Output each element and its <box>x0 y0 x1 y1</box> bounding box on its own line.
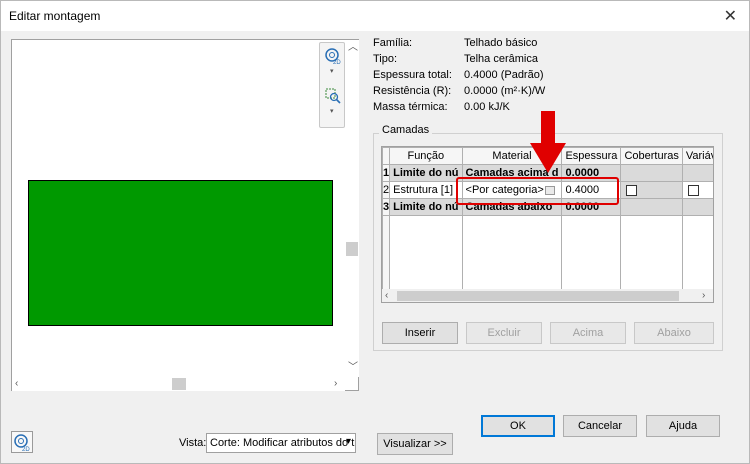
assembly-section-preview <box>28 180 333 326</box>
window-title: Editar montagem <box>9 9 101 23</box>
corner-header <box>382 147 391 165</box>
column-header-espessura[interactable]: Espessura <box>561 147 622 165</box>
cancel-button[interactable]: Cancelar <box>563 415 637 437</box>
cell-funcao[interactable]: Limite do nú <box>389 164 463 182</box>
highlight-box <box>456 177 619 205</box>
chevron-down-icon: ▾ <box>345 436 351 447</box>
vista-label: Vista: <box>179 437 207 449</box>
horizontal-scroll-thumb[interactable] <box>172 378 186 390</box>
edit-assembly-dialog: Editar montagem ✕ 2D ▾ ▾ ︿ ﹀ ‹ › Família… <box>0 0 750 464</box>
grid-scroll-thumb[interactable] <box>397 291 679 301</box>
help-button[interactable]: Ajuda <box>646 415 720 437</box>
excluir-button[interactable]: Excluir <box>466 322 542 344</box>
acima-button[interactable]: Acima <box>550 322 626 344</box>
inserir-button[interactable]: Inserir <box>382 322 458 344</box>
svg-text:2D: 2D <box>333 60 341 65</box>
variavel-checkbox[interactable] <box>687 184 699 196</box>
red-arrow-annotation <box>530 111 566 173</box>
grid-scroll-right-icon[interactable]: › <box>702 290 705 302</box>
vertical-scroll-thumb[interactable] <box>346 242 358 256</box>
vista-value: Corte: Modificar atributos do ti <box>210 437 356 449</box>
title-bar: Editar montagem ✕ <box>1 1 749 31</box>
preview-vertical-scrollbar[interactable]: ︿ ﹀ <box>345 40 359 377</box>
cell-variavel[interactable] <box>681 181 713 199</box>
coberturas-checkbox[interactable] <box>626 184 638 196</box>
zoom-dropdown-icon[interactable]: ▾ <box>330 106 334 118</box>
column-header-coberturas[interactable]: Coberturas <box>620 147 683 165</box>
grid-horizontal-scrollbar[interactable]: ‹ › <box>382 289 713 302</box>
cell-coberturas[interactable] <box>620 181 683 199</box>
nav-dropdown-icon[interactable]: ▾ <box>330 66 334 78</box>
row-number[interactable]: 1 <box>382 164 391 182</box>
scroll-right-icon[interactable]: › <box>334 378 337 390</box>
scroll-up-icon[interactable]: ︿ <box>348 42 358 54</box>
vista-dropdown[interactable]: Corte: Modificar atributos do ti ▾ <box>206 433 356 453</box>
cell-variavel[interactable] <box>681 164 713 182</box>
cell-funcao[interactable]: Limite do nú <box>389 198 463 216</box>
row-number[interactable]: 3 <box>382 198 391 216</box>
column-header-funcao[interactable]: Função <box>389 147 463 165</box>
preview-canvas: 2D ▾ ▾ <box>12 40 345 377</box>
abaixo-button[interactable]: Abaixo <box>634 322 714 344</box>
cell-coberturas[interactable] <box>620 164 683 182</box>
scroll-down-icon[interactable]: ﹀ <box>348 362 358 374</box>
cell-coberturas[interactable] <box>620 198 683 216</box>
ok-button[interactable]: OK <box>481 415 555 437</box>
cell-variavel[interactable] <box>681 198 713 216</box>
preview-pane[interactable]: 2D ▾ ▾ ︿ ﹀ ‹ › <box>11 39 359 391</box>
zoom-2d-icon[interactable]: 2D <box>324 47 342 66</box>
zoom-region-icon[interactable] <box>324 87 342 105</box>
scroll-left-icon[interactable]: ‹ <box>15 378 18 390</box>
cell-funcao[interactable]: Estrutura [1] <box>389 181 463 199</box>
camadas-label: Camadas <box>379 124 433 136</box>
navigation-bar: 2D ▾ ▾ <box>319 42 345 128</box>
svg-text:2D: 2D <box>22 447 30 452</box>
preview-horizontal-scrollbar[interactable]: ‹ › <box>12 377 345 391</box>
row-number[interactable]: 2 <box>382 181 391 199</box>
close-icon[interactable]: ✕ <box>724 6 737 26</box>
view-cube-2d-icon[interactable]: 2D <box>11 431 33 453</box>
grid-scroll-left-icon[interactable]: ‹ <box>385 290 388 302</box>
column-header-variavel[interactable]: Variável <box>681 147 713 165</box>
visualizar-button[interactable]: Visualizar >> <box>377 433 453 455</box>
